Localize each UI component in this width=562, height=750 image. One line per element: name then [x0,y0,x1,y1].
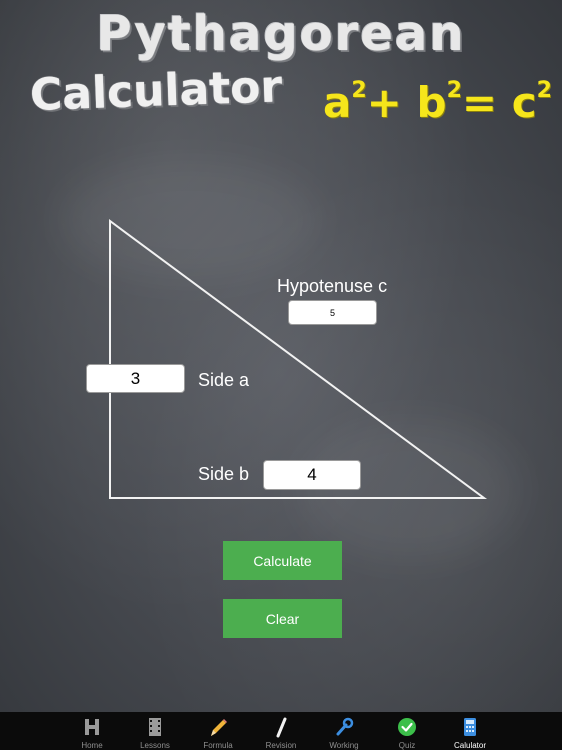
checkmark-icon [398,718,416,736]
side-b-label: Side b [198,464,250,484]
tab-label: Working [329,741,359,750]
calculator-screen: Pythagorean Calculator a2+ b2= c2 Hypote… [0,0,562,750]
side-a-input[interactable] [86,364,185,393]
film-strip-icon [149,718,161,736]
tab-label: Revision [265,741,297,750]
tab-bar: Home Lessons Formula Revision Working Qu… [0,712,562,750]
side-a-label: Side a [198,370,250,390]
clear-button[interactable]: Clear [223,599,342,638]
tab-label: Formula [203,741,233,750]
side-b-input[interactable] [263,460,361,490]
triangle-outline [109,219,488,499]
hypotenuse-label: Hypotenuse c [277,276,388,296]
tab-formula[interactable]: Formula [187,712,250,750]
tab-label: Calulator [453,741,486,750]
tab-quiz[interactable]: Quiz [376,712,439,750]
tab-label: Lessons [140,741,170,750]
tab-revision[interactable]: Revision [250,712,313,750]
wrench-icon [336,717,354,736]
pencil-icon [211,719,227,736]
chalk-icon [276,717,287,738]
tab-calculator[interactable]: Calulator [439,712,502,750]
tab-label: Quiz [398,741,416,750]
calculator-icon [464,718,476,736]
tab-working[interactable]: Working [313,712,376,750]
home-h-icon [85,719,99,735]
calculate-button[interactable]: Calculate [223,541,342,580]
tab-home[interactable]: Home [61,712,124,750]
hypotenuse-input[interactable] [288,300,377,325]
tab-label: Home [81,741,103,750]
tab-lessons[interactable]: Lessons [124,712,187,750]
